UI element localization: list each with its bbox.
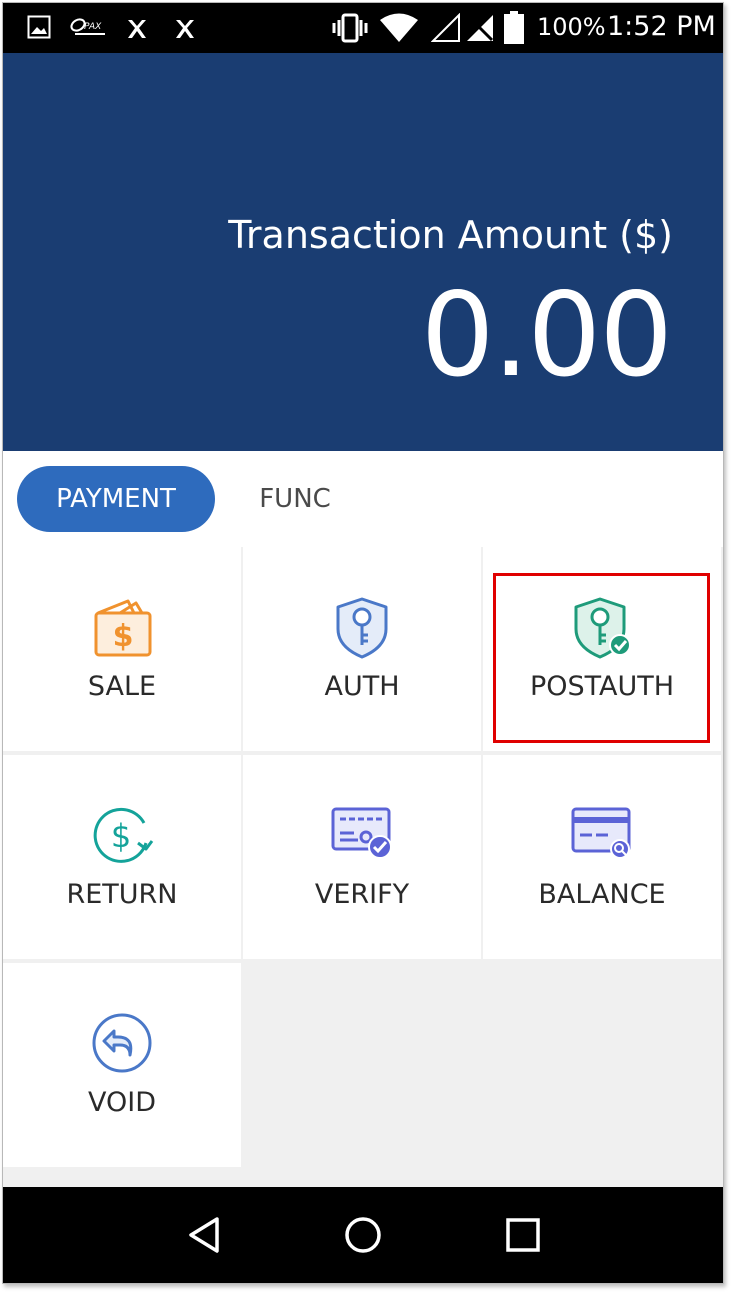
tab-row: PAYMENT FUNC (3, 451, 723, 547)
return-button[interactable]: $ RETURN (3, 755, 241, 959)
vibrate-icon (332, 13, 368, 43)
svg-text:$: $ (111, 817, 131, 855)
transaction-amount-value: 0.00 (420, 268, 673, 403)
void-button[interactable]: VOID (3, 963, 241, 1167)
recents-icon[interactable] (503, 1215, 543, 1255)
postauth-highlight-box (493, 573, 710, 743)
svg-text:$: $ (113, 619, 134, 654)
amount-panel: Transaction Amount ($) 0.00 (3, 53, 723, 451)
no-sim-icon (466, 14, 494, 42)
verify-label: VERIFY (314, 879, 410, 910)
image-icon (27, 15, 51, 39)
sale-button[interactable]: $ SALE (3, 547, 241, 751)
balance-button[interactable]: BALANCE (483, 755, 721, 959)
app-x-icon (176, 20, 194, 38)
tab-payment[interactable]: PAYMENT (17, 466, 215, 532)
clock: 1:52 PM (607, 11, 716, 42)
wifi-icon (380, 13, 418, 42)
void-label: VOID (87, 1087, 156, 1118)
wallet-dollar-icon: $ (94, 599, 152, 657)
card-search-icon (571, 807, 631, 859)
svg-text:PAX: PAX (84, 22, 102, 32)
home-icon[interactable] (343, 1215, 383, 1255)
tab-func[interactable]: FUNC (215, 466, 375, 532)
undo-circle-icon (92, 1013, 152, 1073)
shield-key-icon (336, 597, 388, 659)
signal-icon (431, 13, 460, 42)
app-x-icon (128, 20, 146, 38)
auth-label: AUTH (324, 671, 400, 702)
pax-logo-icon: PAX (70, 18, 105, 35)
dollar-refresh-icon: $ (93, 807, 154, 863)
transaction-amount-label: Transaction Amount ($) (228, 213, 673, 257)
battery-percent: 100% (537, 13, 606, 41)
navigation-bar (3, 1187, 723, 1283)
card-check-icon (331, 807, 392, 859)
device-screen: PAX 100% 1:52 PM Transaction Amount ($) … (2, 2, 724, 1284)
back-icon[interactable] (185, 1215, 225, 1255)
verify-button[interactable]: VERIFY (243, 755, 481, 959)
sale-label: SALE (87, 671, 157, 702)
return-label: RETURN (66, 879, 178, 910)
status-bar: PAX 100% 1:52 PM (3, 3, 723, 53)
battery-icon (504, 11, 524, 44)
auth-button[interactable]: AUTH (243, 547, 481, 751)
balance-label: BALANCE (538, 879, 666, 910)
